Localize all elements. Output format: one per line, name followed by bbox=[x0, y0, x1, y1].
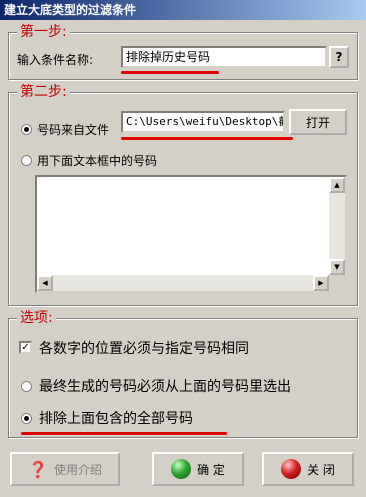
step2-group: 第二步: 号码来自文件 C:\Users\weifu\Desktop\截i 打开… bbox=[8, 84, 358, 306]
close-red-icon bbox=[281, 459, 302, 479]
file-path-input[interactable]: C:\Users\weifu\Desktop\截i bbox=[121, 111, 285, 133]
name-underline bbox=[121, 71, 219, 74]
vertical-scrollbar[interactable]: ▲ ▼ bbox=[329, 177, 345, 275]
step1-group: 第一步: 输入条件名称: 排除掉历史号码 ? bbox=[8, 24, 358, 80]
scroll-down-icon[interactable]: ▼ bbox=[329, 259, 345, 275]
step2-legend: 第二步: bbox=[17, 84, 70, 100]
exclude-all-radio[interactable] bbox=[21, 413, 32, 424]
close-button-label: 关 闭 bbox=[307, 462, 335, 477]
open-file-button[interactable]: 打开 bbox=[289, 109, 347, 135]
from-text-radio[interactable] bbox=[21, 155, 32, 166]
scrollbar-corner bbox=[329, 275, 345, 291]
close-button[interactable]: 关 闭 bbox=[262, 452, 354, 486]
horizontal-scrollbar[interactable]: ◀ ▶ bbox=[37, 275, 329, 291]
ok-button-label: 确 定 bbox=[197, 462, 225, 477]
must-select-radio[interactable] bbox=[21, 381, 32, 392]
exclude-all-label[interactable]: 排除上面包含的全部号码 bbox=[39, 408, 193, 428]
help-button[interactable]: ? bbox=[329, 46, 349, 68]
help-bulb-icon: ❓ bbox=[28, 459, 48, 479]
name-label: 输入条件名称: bbox=[17, 53, 94, 67]
same-position-checkbox[interactable]: ✓ bbox=[19, 341, 32, 354]
scroll-right-icon[interactable]: ▶ bbox=[313, 275, 329, 291]
same-position-label[interactable]: 各数字的位置必须与指定号码相同 bbox=[39, 338, 249, 358]
intro-button-label: 使用介绍 bbox=[53, 462, 102, 477]
condition-name-input[interactable]: 排除掉历史号码 bbox=[121, 46, 327, 68]
exclude-underline bbox=[21, 432, 227, 435]
ok-green-icon bbox=[171, 459, 192, 479]
from-file-label[interactable]: 号码来自文件 bbox=[37, 121, 109, 138]
file-path-underline bbox=[121, 137, 293, 140]
from-file-radio[interactable] bbox=[21, 124, 32, 135]
from-text-label[interactable]: 用下面文本框中的号码 bbox=[37, 152, 157, 169]
intro-button[interactable]: ❓ 使用介绍 bbox=[10, 452, 120, 486]
options-legend: 选项: bbox=[17, 310, 56, 326]
scroll-left-icon[interactable]: ◀ bbox=[37, 275, 53, 291]
numbers-textarea[interactable]: ▲ ▼ ◀ ▶ bbox=[35, 175, 347, 293]
step1-legend: 第一步: bbox=[17, 24, 70, 40]
window-title: 建立大底类型的过滤条件 bbox=[0, 0, 366, 20]
scroll-up-icon[interactable]: ▲ bbox=[329, 177, 345, 193]
ok-button[interactable]: 确 定 bbox=[152, 452, 244, 486]
must-select-label[interactable]: 最终生成的号码必须从上面的号码里选出 bbox=[39, 376, 291, 396]
options-group: 选项: ✓ 各数字的位置必须与指定号码相同 最终生成的号码必须从上面的号码里选出… bbox=[8, 310, 358, 438]
